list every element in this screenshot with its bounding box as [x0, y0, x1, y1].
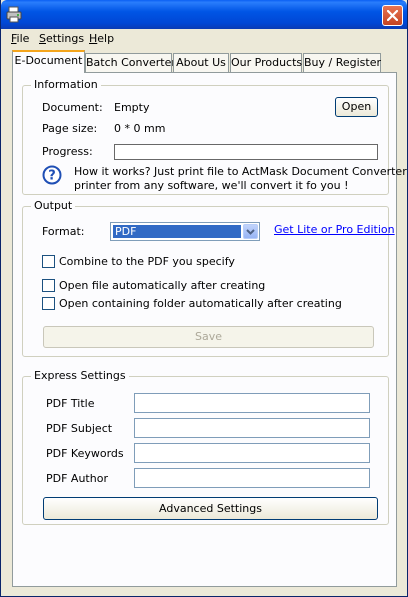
- pdf-title-label: PDF Title: [46, 397, 95, 410]
- chevron-down-icon[interactable]: [243, 224, 258, 239]
- edition-link[interactable]: Get Lite or Pro Edition: [274, 223, 395, 236]
- open-folder-checkbox[interactable]: [42, 297, 55, 310]
- progress-label: Progress:: [42, 145, 93, 158]
- tab-e-document[interactable]: E-Document: [12, 50, 85, 73]
- combine-label: Combine to the PDF you specify: [59, 255, 235, 268]
- save-button[interactable]: Save: [43, 326, 374, 348]
- tab-about-us[interactable]: About Us: [173, 53, 229, 72]
- menu-settings-mnemonic: S: [39, 32, 46, 45]
- open-button[interactable]: Open: [335, 97, 378, 117]
- tab-buy-register[interactable]: Buy / Register: [303, 53, 381, 72]
- open-file-checkbox[interactable]: [42, 279, 55, 292]
- format-select[interactable]: PDF: [110, 222, 260, 241]
- printer-icon[interactable]: [6, 6, 23, 23]
- page-size-label: Page size:: [42, 122, 98, 135]
- pdf-author-field[interactable]: [134, 468, 370, 488]
- close-button[interactable]: [382, 5, 403, 26]
- close-icon: [387, 10, 398, 21]
- pdf-subject-label: PDF Subject: [46, 422, 113, 435]
- document-value: Empty: [114, 101, 150, 114]
- pdf-keywords-field[interactable]: [134, 443, 370, 463]
- menu-settings-label: ettings: [45, 32, 85, 45]
- pdf-author-label: PDF Author: [46, 472, 108, 485]
- format-select-value: PDF: [113, 225, 241, 238]
- menu-help[interactable]: Help: [89, 32, 114, 45]
- help-text-line1: How it works? Just print file to ActMask…: [74, 165, 407, 178]
- help-text-line2: printer from any software, we'll convert…: [74, 179, 349, 192]
- menu-bar: File Settings Help: [2, 30, 406, 48]
- page-size-value: 0 * 0 mm: [114, 122, 166, 135]
- pdf-keywords-label: PDF Keywords: [46, 447, 124, 460]
- tab-batch-converter[interactable]: Batch Converter: [85, 53, 176, 72]
- menu-file[interactable]: File: [11, 32, 29, 45]
- tab-our-products[interactable]: Our Products: [230, 53, 302, 72]
- information-group-label: Information: [31, 78, 101, 91]
- title-bar[interactable]: [1, 0, 407, 29]
- menu-file-label: ile: [16, 32, 30, 45]
- pdf-title-field[interactable]: [134, 393, 370, 413]
- progress-bar: [114, 144, 378, 160]
- menu-settings[interactable]: Settings: [39, 32, 84, 45]
- combine-checkbox[interactable]: [42, 255, 55, 268]
- question-icon: ?: [42, 165, 62, 185]
- express-settings-group-label: Express Settings: [31, 369, 129, 382]
- svg-text:?: ?: [48, 169, 56, 184]
- format-label: Format:: [42, 225, 85, 238]
- document-label: Document:: [42, 101, 103, 114]
- menu-help-label: elp: [97, 32, 115, 45]
- open-folder-label: Open containing folder automatically aft…: [59, 297, 342, 310]
- output-group-label: Output: [31, 199, 76, 212]
- app-window: File Settings Help E-Document Batch Conv…: [0, 0, 408, 597]
- advanced-settings-button[interactable]: Advanced Settings: [43, 497, 378, 520]
- pdf-subject-field[interactable]: [134, 418, 370, 438]
- open-file-label: Open file automatically after creating: [59, 279, 266, 292]
